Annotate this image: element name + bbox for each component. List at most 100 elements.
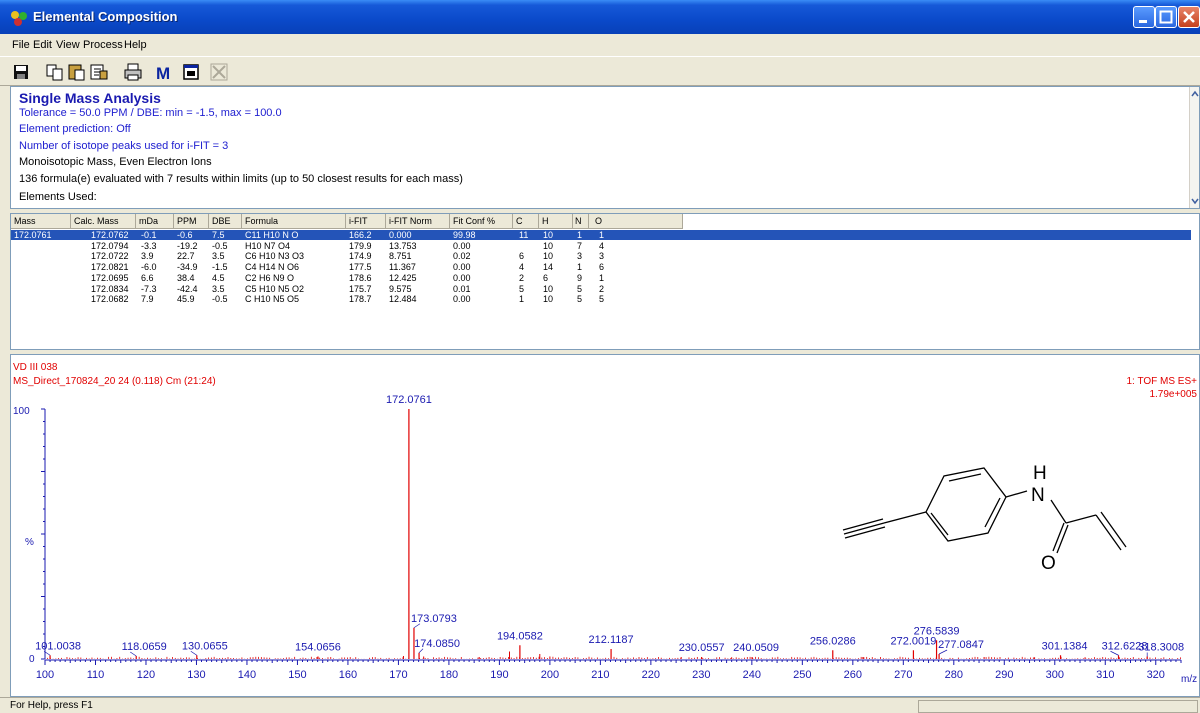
- menu-process[interactable]: Process: [83, 39, 123, 51]
- structure-h-label: H: [1033, 463, 1047, 484]
- table-cell: C H10 N5 O5: [245, 294, 300, 305]
- col-header-dbe[interactable]: DBE: [209, 214, 242, 229]
- m-icon-label: M: [156, 64, 170, 83]
- vinyl-bond: [1065, 514, 1097, 524]
- x-tick-label: 310: [1096, 669, 1114, 681]
- table-cell: 7.5: [212, 230, 225, 240]
- peak-label: 240.0509: [733, 642, 779, 654]
- analysis-info-panel: Single Mass Analysis Tolerance = 50.0 PP…: [10, 86, 1200, 209]
- amide-n-bond: [1005, 490, 1028, 498]
- status-bar: For Help, press F1: [0, 697, 1200, 713]
- x-tick-label: 200: [541, 669, 559, 681]
- table-cell: 166.2: [349, 230, 372, 240]
- menu-edit[interactable]: Edit: [33, 39, 52, 51]
- table-cell: 0.00: [453, 240, 471, 251]
- copy-button[interactable]: [44, 61, 66, 83]
- table-row[interactable]: 172.0761 172.0762 -0.1 -0.6 7.5 C11 H10 N O 16…: [11, 230, 1191, 240]
- save-icon: [14, 65, 28, 79]
- table-cell: 0.02: [453, 251, 471, 262]
- table-cell: -3.3: [141, 240, 157, 251]
- close-button[interactable]: [1178, 6, 1200, 28]
- peak-label: 130.0655: [182, 640, 228, 652]
- col-header-fit-conf[interactable]: Fit Conf %: [450, 214, 513, 229]
- scroll-up-icon[interactable]: [1190, 89, 1200, 99]
- analysis-heading: Single Mass Analysis: [19, 90, 161, 106]
- col-header-ppm[interactable]: PPM: [174, 214, 209, 229]
- table-cell: 179.9: [349, 240, 372, 251]
- table-cell: 10: [543, 294, 554, 305]
- save-button[interactable]: [10, 61, 32, 83]
- title-bar[interactable]: Elemental Composition: [0, 0, 1200, 34]
- disabled-close-button[interactable]: [208, 61, 230, 83]
- table-row[interactable]: 172.0834 -7.3 -42.4 3.5 C5 H10 N5 O2 175.7 9.5…: [11, 284, 1191, 294]
- col-header-mass[interactable]: Mass: [11, 214, 71, 229]
- table-cell: 5: [599, 294, 605, 305]
- m-icon: M: [156, 64, 170, 83]
- table-cell: 3.5: [212, 283, 225, 294]
- maximize-button[interactable]: [1155, 6, 1177, 28]
- app-window: Elemental Composition File Edit View Pro…: [0, 0, 1200, 713]
- scan-info: MS_Direct_170824_20 24 (0.118) Cm (21:24…: [13, 376, 216, 387]
- table-cell: 3: [577, 251, 583, 262]
- table-row[interactable]: 172.0821 -6.0 -34.9 -1.5 C4 H14 N O6 177.5 11.…: [11, 262, 1191, 272]
- menu-bar: File Edit View Process Help: [0, 34, 1200, 56]
- mass-button[interactable]: M: [152, 61, 174, 83]
- col-header-ifit-norm[interactable]: i-FIT Norm: [386, 214, 450, 229]
- table-cell: 3.5: [212, 251, 225, 262]
- table-cell: 172.0834: [91, 283, 129, 294]
- table-row[interactable]: 172.0722 3.9 22.7 3.5 C6 H10 N3 O3 174.9 8.751…: [11, 251, 1191, 261]
- table-row[interactable]: 172.0682 7.9 45.9 -0.5 C H10 N5 O5 178.7 12.48…: [11, 294, 1191, 304]
- table-cell: 7: [577, 240, 583, 251]
- x-tick-label: 130: [187, 669, 205, 681]
- x-tick-label: 120: [137, 669, 155, 681]
- col-header-h[interactable]: H: [539, 214, 573, 229]
- col-header-c[interactable]: C: [513, 214, 539, 229]
- table-cell: 6.6: [141, 272, 154, 283]
- table-cell: 10: [543, 240, 554, 251]
- table-cell: C6 H10 N3 O3: [245, 251, 305, 262]
- vinyl-double-bond-2: [1100, 511, 1127, 548]
- table-cell: -0.5: [212, 294, 228, 305]
- window-button[interactable]: [180, 61, 202, 83]
- close-x-icon: [210, 63, 228, 81]
- col-header-calc-mass[interactable]: Calc. Mass: [71, 214, 136, 229]
- table-cell: -42.4: [177, 283, 198, 294]
- menu-view[interactable]: View: [56, 39, 80, 51]
- col-header-mda[interactable]: mDa: [136, 214, 174, 229]
- ring-connector-bond: [883, 511, 927, 524]
- x-tick-label: 160: [339, 669, 357, 681]
- menu-help[interactable]: Help: [124, 39, 147, 51]
- monoisotopic-text: Monoisotopic Mass, Even Electron Ions: [19, 156, 212, 168]
- minimize-button[interactable]: [1133, 6, 1155, 28]
- table-cell: 4: [519, 262, 525, 273]
- table-row[interactable]: 172.0794 -3.3 -19.2 -0.5 H10 N7 O4 179.9 13.75…: [11, 241, 1191, 251]
- col-header-formula[interactable]: Formula: [242, 214, 346, 229]
- paste-icon: [68, 64, 85, 81]
- table-row[interactable]: 172.0695 6.6 38.4 4.5 C2 H6 N9 O 178.6 12.425 0…: [11, 273, 1191, 283]
- spectrum-panel: VD III 038 MS_Direct_170824_20 24 (0.118…: [10, 354, 1200, 697]
- col-header-n[interactable]: N: [573, 214, 589, 229]
- paste-button[interactable]: [66, 61, 88, 83]
- app-icon: [11, 11, 27, 26]
- info-scrollbar[interactable]: [1189, 87, 1199, 208]
- copy-special-button[interactable]: [88, 61, 110, 83]
- peak-label: 154.0656: [295, 642, 341, 654]
- table-cell: 175.7: [349, 283, 372, 294]
- isotope-peaks-text: Number of isotope peaks used for i-FIT =…: [19, 140, 229, 152]
- table-cell: 2: [519, 272, 525, 283]
- x-tick-label: 230: [692, 669, 710, 681]
- table-cell: 172.0821: [91, 262, 129, 273]
- x-axis-unit-label: m/z: [1181, 674, 1197, 685]
- sample-name: VD III 038: [13, 362, 58, 373]
- col-header-ifit[interactable]: i-FIT: [346, 214, 386, 229]
- x-tick-label: 220: [642, 669, 660, 681]
- table-cell: 9.575: [389, 283, 412, 294]
- x-tick-label: 290: [995, 669, 1013, 681]
- scroll-down-icon[interactable]: [1190, 196, 1200, 206]
- print-button[interactable]: [122, 61, 144, 83]
- x-tick-label: 190: [490, 669, 508, 681]
- menu-file[interactable]: File: [12, 39, 30, 51]
- table-cell: 13.753: [389, 240, 417, 251]
- col-header-o[interactable]: O: [589, 214, 683, 229]
- table-cell: 7.9: [141, 294, 154, 305]
